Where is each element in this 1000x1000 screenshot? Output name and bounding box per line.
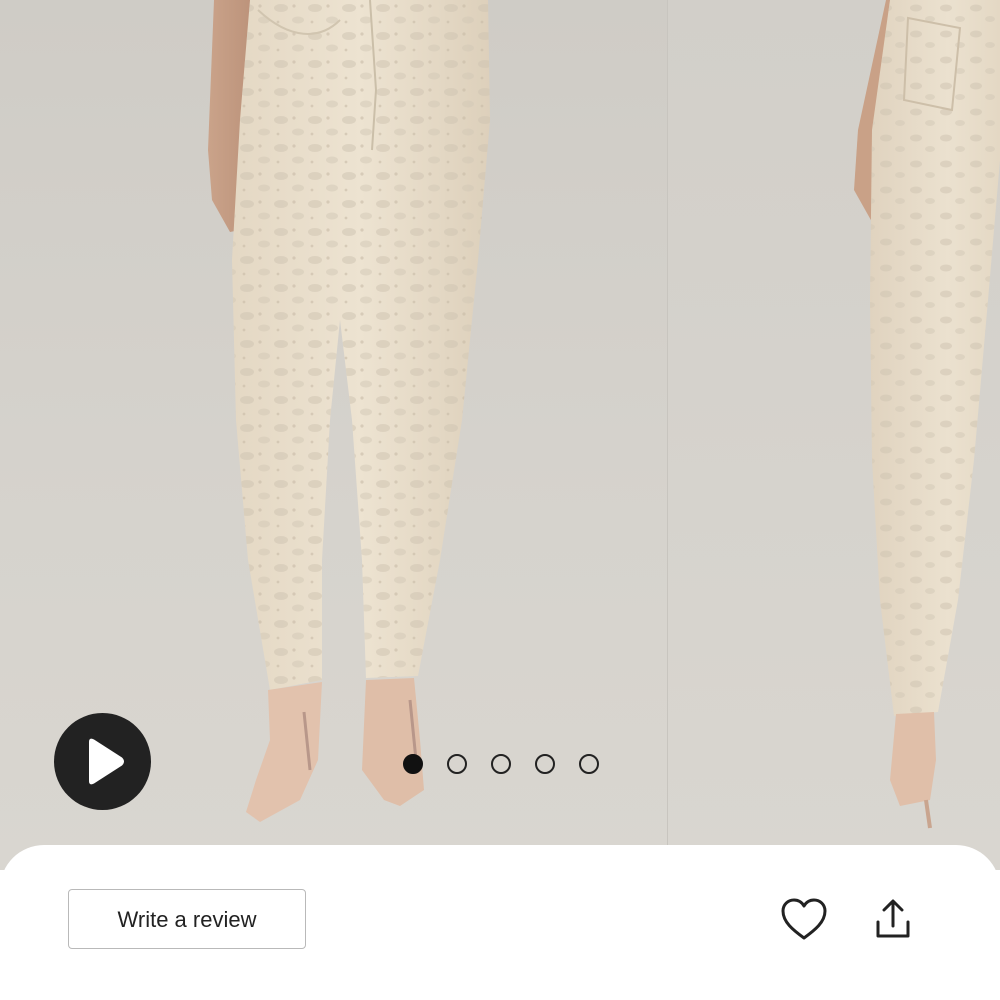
carousel-dot-4[interactable] — [535, 754, 555, 774]
carousel-dot-2[interactable] — [447, 754, 467, 774]
play-icon — [89, 738, 124, 785]
share-icon — [876, 899, 910, 938]
heart-icon — [781, 898, 827, 940]
product-photo-back — [854, 0, 1000, 829]
write-review-button[interactable]: Write a review — [68, 889, 306, 949]
play-video-button[interactable] — [54, 713, 151, 810]
wishlist-button[interactable] — [779, 896, 829, 944]
carousel-dot-1[interactable] — [403, 754, 423, 774]
carousel-dot-3[interactable] — [491, 754, 511, 774]
share-button[interactable] — [868, 896, 918, 944]
product-image-gallery[interactable] — [0, 0, 1000, 870]
product-image-back[interactable] — [668, 0, 1000, 870]
carousel-pagination — [403, 754, 599, 774]
carousel-dot-5[interactable] — [579, 754, 599, 774]
